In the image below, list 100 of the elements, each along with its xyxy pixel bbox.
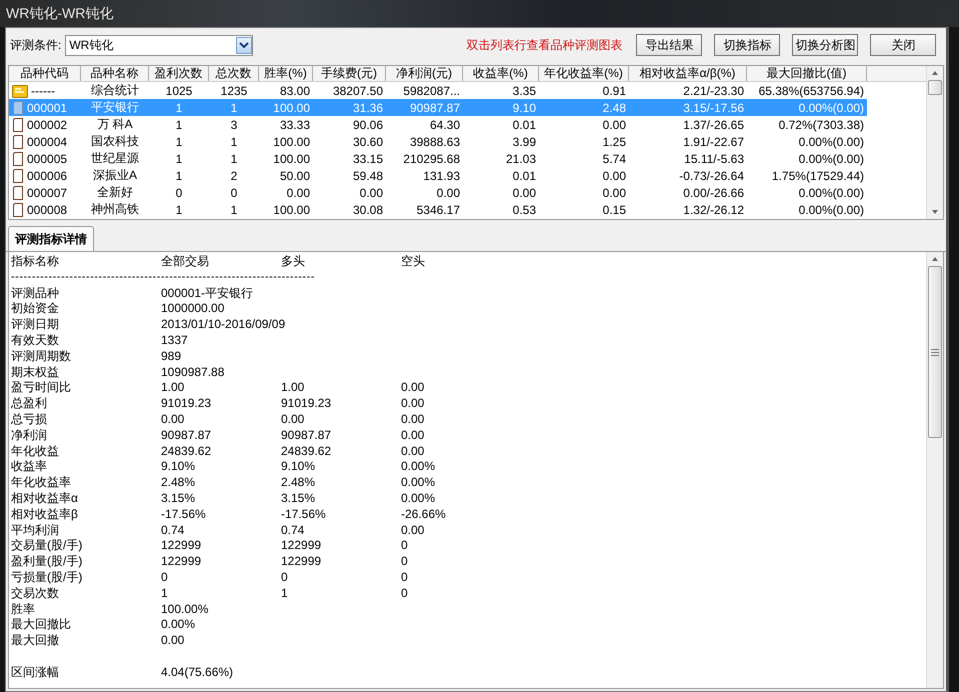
table-cell: 0.00/-26.66 bbox=[683, 186, 744, 200]
metric-value: 91019.23 bbox=[161, 396, 212, 412]
scrollbar[interactable] bbox=[926, 66, 943, 219]
column-header[interactable]: 品种代码 bbox=[9, 66, 81, 81]
column-header[interactable]: 胜率(%) bbox=[259, 66, 313, 81]
table-cell: 1 bbox=[176, 100, 182, 114]
column-header[interactable]: 相对收益率α/β(%) bbox=[629, 66, 747, 81]
metric-value: 0.00 bbox=[401, 380, 426, 396]
metric-value: 24839.62 bbox=[161, 444, 212, 460]
table-cell: 000002 bbox=[27, 118, 68, 132]
document-icon bbox=[12, 202, 24, 216]
table-cell: 1 bbox=[230, 134, 238, 148]
metric-value: 24839.62 bbox=[281, 444, 332, 460]
metric-value: 0.00 bbox=[401, 444, 426, 460]
column-header[interactable]: 盈利次数 bbox=[149, 66, 209, 81]
metric-name: 亏损量(股/手) bbox=[11, 570, 84, 586]
column-header[interactable]: 收益率(%) bbox=[463, 66, 539, 81]
table-cell: 1235 bbox=[220, 84, 248, 98]
table-cell: 21.03 bbox=[506, 152, 536, 166]
metric-value: 0.74 bbox=[161, 522, 186, 538]
table-cell: 30.08 bbox=[352, 202, 383, 216]
table-cell: 59.48 bbox=[352, 168, 383, 182]
table-cell: 000008 bbox=[27, 202, 68, 216]
metric-name: 相对收益率β bbox=[11, 506, 79, 523]
column-header[interactable]: 年化收益率(%) bbox=[539, 66, 629, 81]
scroll-thumb[interactable] bbox=[928, 80, 942, 95]
table-cell: 1 bbox=[176, 202, 182, 216]
metric-value: 122999 bbox=[161, 538, 202, 554]
table-cell: 5.74 bbox=[602, 152, 626, 166]
metric-name: 年化收益率 bbox=[11, 475, 72, 491]
metric-name: 相对收益率α bbox=[11, 490, 79, 507]
table-cell: 15.11/-5.63 bbox=[684, 152, 744, 166]
table-cell: 33.15 bbox=[352, 152, 383, 166]
table-cell: 31.36 bbox=[352, 100, 383, 114]
scrollbar[interactable] bbox=[926, 252, 943, 688]
table-cell: 3.99 bbox=[512, 134, 536, 148]
table-cell: 000006 bbox=[27, 168, 68, 182]
table-row[interactable]: 000007 全新好 0 0 0.00 0.00 0.00 0.00 0.00 0.00/-26.66 0.00%(0.00) bbox=[9, 184, 867, 201]
table-cell: 90.06 bbox=[352, 118, 383, 132]
scroll-thumb[interactable] bbox=[928, 266, 942, 438]
metric-value: 2.48% bbox=[281, 475, 316, 491]
table-row[interactable]: ------ 综合统计 1025 1235 83.00 38207.50 5982087... 3.35 0.91 2.21/-23.30 65.38%(653756.94) bbox=[9, 82, 867, 99]
metric-value: 9.10% bbox=[161, 459, 196, 476]
table-cell: 1.32/-26.12 bbox=[683, 202, 744, 216]
document-icon bbox=[12, 152, 24, 166]
table-row[interactable]: 000002 万 科A 1 3 33.33 90.06 64.30 0.01 0.00 1.37/-26.65 0.72%(7303.38) bbox=[9, 116, 867, 133]
table-cell: 2 bbox=[230, 168, 238, 182]
table-cell: 0 bbox=[176, 186, 182, 200]
metric-value: -26.66% bbox=[401, 506, 447, 523]
table-cell: 210295.68 bbox=[403, 152, 460, 166]
metric-value: 1 bbox=[161, 586, 169, 602]
table-cell: 1025 bbox=[166, 84, 192, 98]
metric-value: 90987.87 bbox=[161, 428, 212, 444]
metric-value: 0 bbox=[401, 554, 409, 570]
toolbar-button[interactable]: 导出结果 bbox=[636, 34, 702, 56]
column-header[interactable]: 总次数 bbox=[209, 66, 259, 81]
metric-name: 评测周期数 bbox=[11, 348, 72, 365]
metric-name: 初始资金 bbox=[11, 301, 60, 318]
metric-name: 最大回撤比 bbox=[11, 617, 72, 634]
table-cell: 1 bbox=[176, 152, 182, 166]
table-row[interactable]: 000008 神州高铁 1 1 100.00 30.08 5346.17 0.53 0.15 1.32/-26.12 0.00%(0.00) bbox=[9, 201, 867, 218]
metric-value: 1.00 bbox=[161, 380, 186, 396]
table-cell: 50.00 bbox=[280, 168, 310, 182]
tab[interactable]: 评测指标详情 bbox=[8, 226, 94, 251]
table-cell: 综合统计 bbox=[91, 82, 139, 99]
table-row[interactable]: 000005 世纪星源 1 1 100.00 33.15 210295.68 21.03 5.74 15.11/-5.63 0.00%(0.00) bbox=[9, 150, 867, 167]
metric-name: 交易量(股/手) bbox=[11, 538, 84, 554]
metric-value: -17.56% bbox=[161, 506, 207, 523]
toolbar-button[interactable]: 切换分析图 bbox=[792, 34, 858, 56]
table-cell: 国农科技 bbox=[91, 133, 139, 150]
column-header[interactable]: 净利润(元) bbox=[386, 66, 463, 81]
condition-dropdown[interactable]: WR钝化 bbox=[65, 34, 254, 56]
metric-value: 0.00 bbox=[161, 412, 186, 428]
table-cell: 0.00%(0.00) bbox=[798, 134, 864, 148]
column-header[interactable]: 品种名称 bbox=[81, 66, 149, 81]
table-row[interactable]: 000006 深振业A 1 2 50.00 59.48 131.93 0.01 0.00 -0.73/-26.64 1.75%(17529.44) bbox=[9, 167, 867, 184]
metric-name: 有效天数 bbox=[11, 332, 60, 349]
metric-name: 交易次数 bbox=[11, 586, 60, 602]
metric-value: 100.00% bbox=[161, 602, 210, 618]
column-label: 指标名称 bbox=[11, 254, 60, 270]
table-cell: 100.00 bbox=[273, 152, 310, 166]
table-cell: ------ bbox=[31, 84, 55, 98]
metric-value: 9.10% bbox=[281, 459, 316, 476]
metric-value: -17.56% bbox=[281, 506, 327, 523]
column-header[interactable]: 最大回撤比(值) bbox=[747, 66, 867, 81]
table-cell: 0.53 bbox=[512, 202, 536, 216]
metric-value: 0.00 bbox=[401, 428, 426, 444]
toolbar-button[interactable]: 关闭 bbox=[870, 34, 936, 56]
table-cell: 0.72%(7303.38) bbox=[778, 118, 864, 132]
table-cell: 0.00%(0.00) bbox=[798, 202, 864, 216]
table-cell: 000001 bbox=[27, 100, 68, 114]
table-row[interactable]: 000004 国农科技 1 1 100.00 30.60 39888.63 3.99 1.25 1.91/-22.67 0.00%(0.00) bbox=[9, 133, 867, 150]
table-cell: 万 科A bbox=[97, 116, 133, 133]
table-cell: -0.73/-26.64 bbox=[679, 168, 744, 182]
table-cell: 神州高铁 bbox=[91, 201, 139, 218]
table-cell: 1.75%(17529.44) bbox=[772, 168, 864, 182]
table-cell: 1.25 bbox=[602, 134, 626, 148]
toolbar-button[interactable]: 切换指标 bbox=[714, 34, 780, 56]
column-header[interactable]: 手续费(元) bbox=[313, 66, 386, 81]
metric-value: 4.04(75.66%) bbox=[161, 664, 234, 681]
